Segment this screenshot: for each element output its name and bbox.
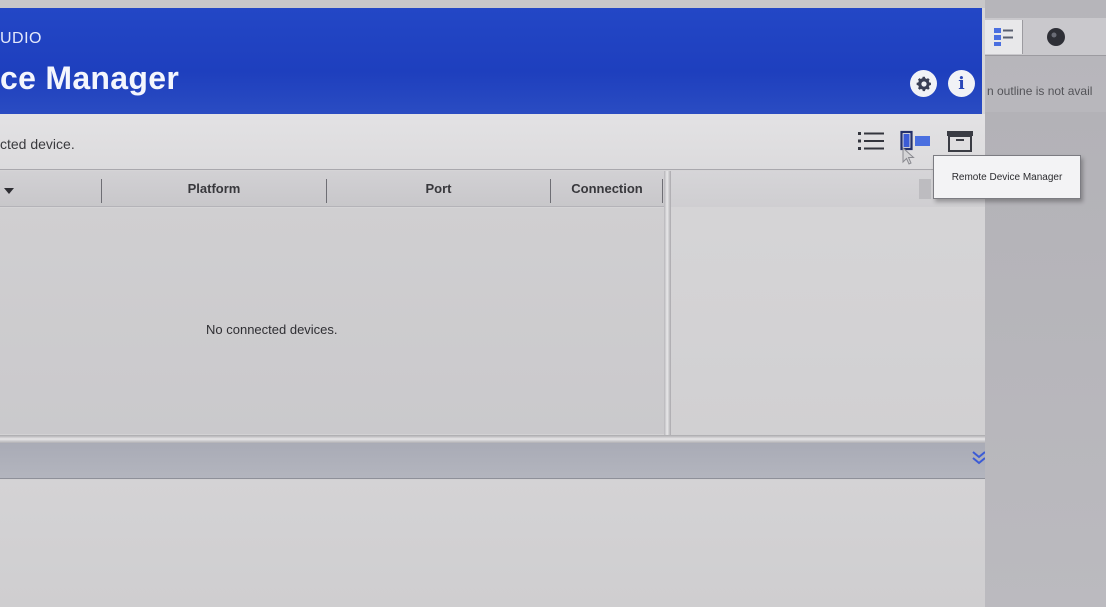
screen: UDIO ce Manager i cted device. Platform … xyxy=(0,0,1106,607)
column-header-port[interactable]: Port xyxy=(327,181,550,196)
archive-icon[interactable] xyxy=(946,130,974,152)
side-panel-tabs xyxy=(985,18,1106,56)
window-top-strip xyxy=(0,0,990,8)
outline-side-panel: n outline is not avail xyxy=(985,0,1106,607)
tab-secondary[interactable] xyxy=(1037,20,1075,54)
outline-icon xyxy=(993,28,1013,46)
list-view-icon[interactable] xyxy=(858,130,884,152)
dark-circle-icon xyxy=(1047,28,1065,46)
column-header-platform[interactable]: Platform xyxy=(102,181,326,196)
empty-state-message: No connected devices. xyxy=(206,322,338,337)
tooltip: Remote Device Manager xyxy=(933,155,1081,199)
header-subtitle: UDIO xyxy=(0,30,42,47)
outline-unavailable-message: n outline is not avail xyxy=(987,84,1093,98)
output-panel xyxy=(0,480,990,607)
horizontal-splitter[interactable] xyxy=(0,435,990,443)
device-table-body: No connected devices. xyxy=(0,208,664,434)
mouse-cursor-icon xyxy=(902,147,915,165)
settings-gear-icon xyxy=(916,76,931,91)
output-panel-bar xyxy=(0,443,990,479)
device-details-panel xyxy=(671,171,990,435)
tab-tertiary[interactable] xyxy=(1093,20,1106,54)
details-panel-handle xyxy=(919,179,931,199)
column-header-connection[interactable]: Connection xyxy=(551,181,663,196)
settings-button[interactable] xyxy=(910,70,937,97)
info-icon: i xyxy=(958,73,965,94)
header-banner: UDIO ce Manager i xyxy=(0,8,982,114)
info-button[interactable]: i xyxy=(948,70,975,97)
vertical-splitter[interactable] xyxy=(664,171,671,435)
toolbar: cted device. xyxy=(0,114,990,170)
sort-descending-icon[interactable] xyxy=(4,188,14,194)
device-manager-window: UDIO ce Manager i cted device. Platform … xyxy=(0,0,992,607)
toolbar-status-text: cted device. xyxy=(0,136,75,152)
tab-outline[interactable] xyxy=(985,20,1023,54)
device-table-header: Platform Port Connection xyxy=(0,171,664,207)
page-title: ce Manager xyxy=(0,60,180,96)
column-separator[interactable] xyxy=(662,179,663,203)
